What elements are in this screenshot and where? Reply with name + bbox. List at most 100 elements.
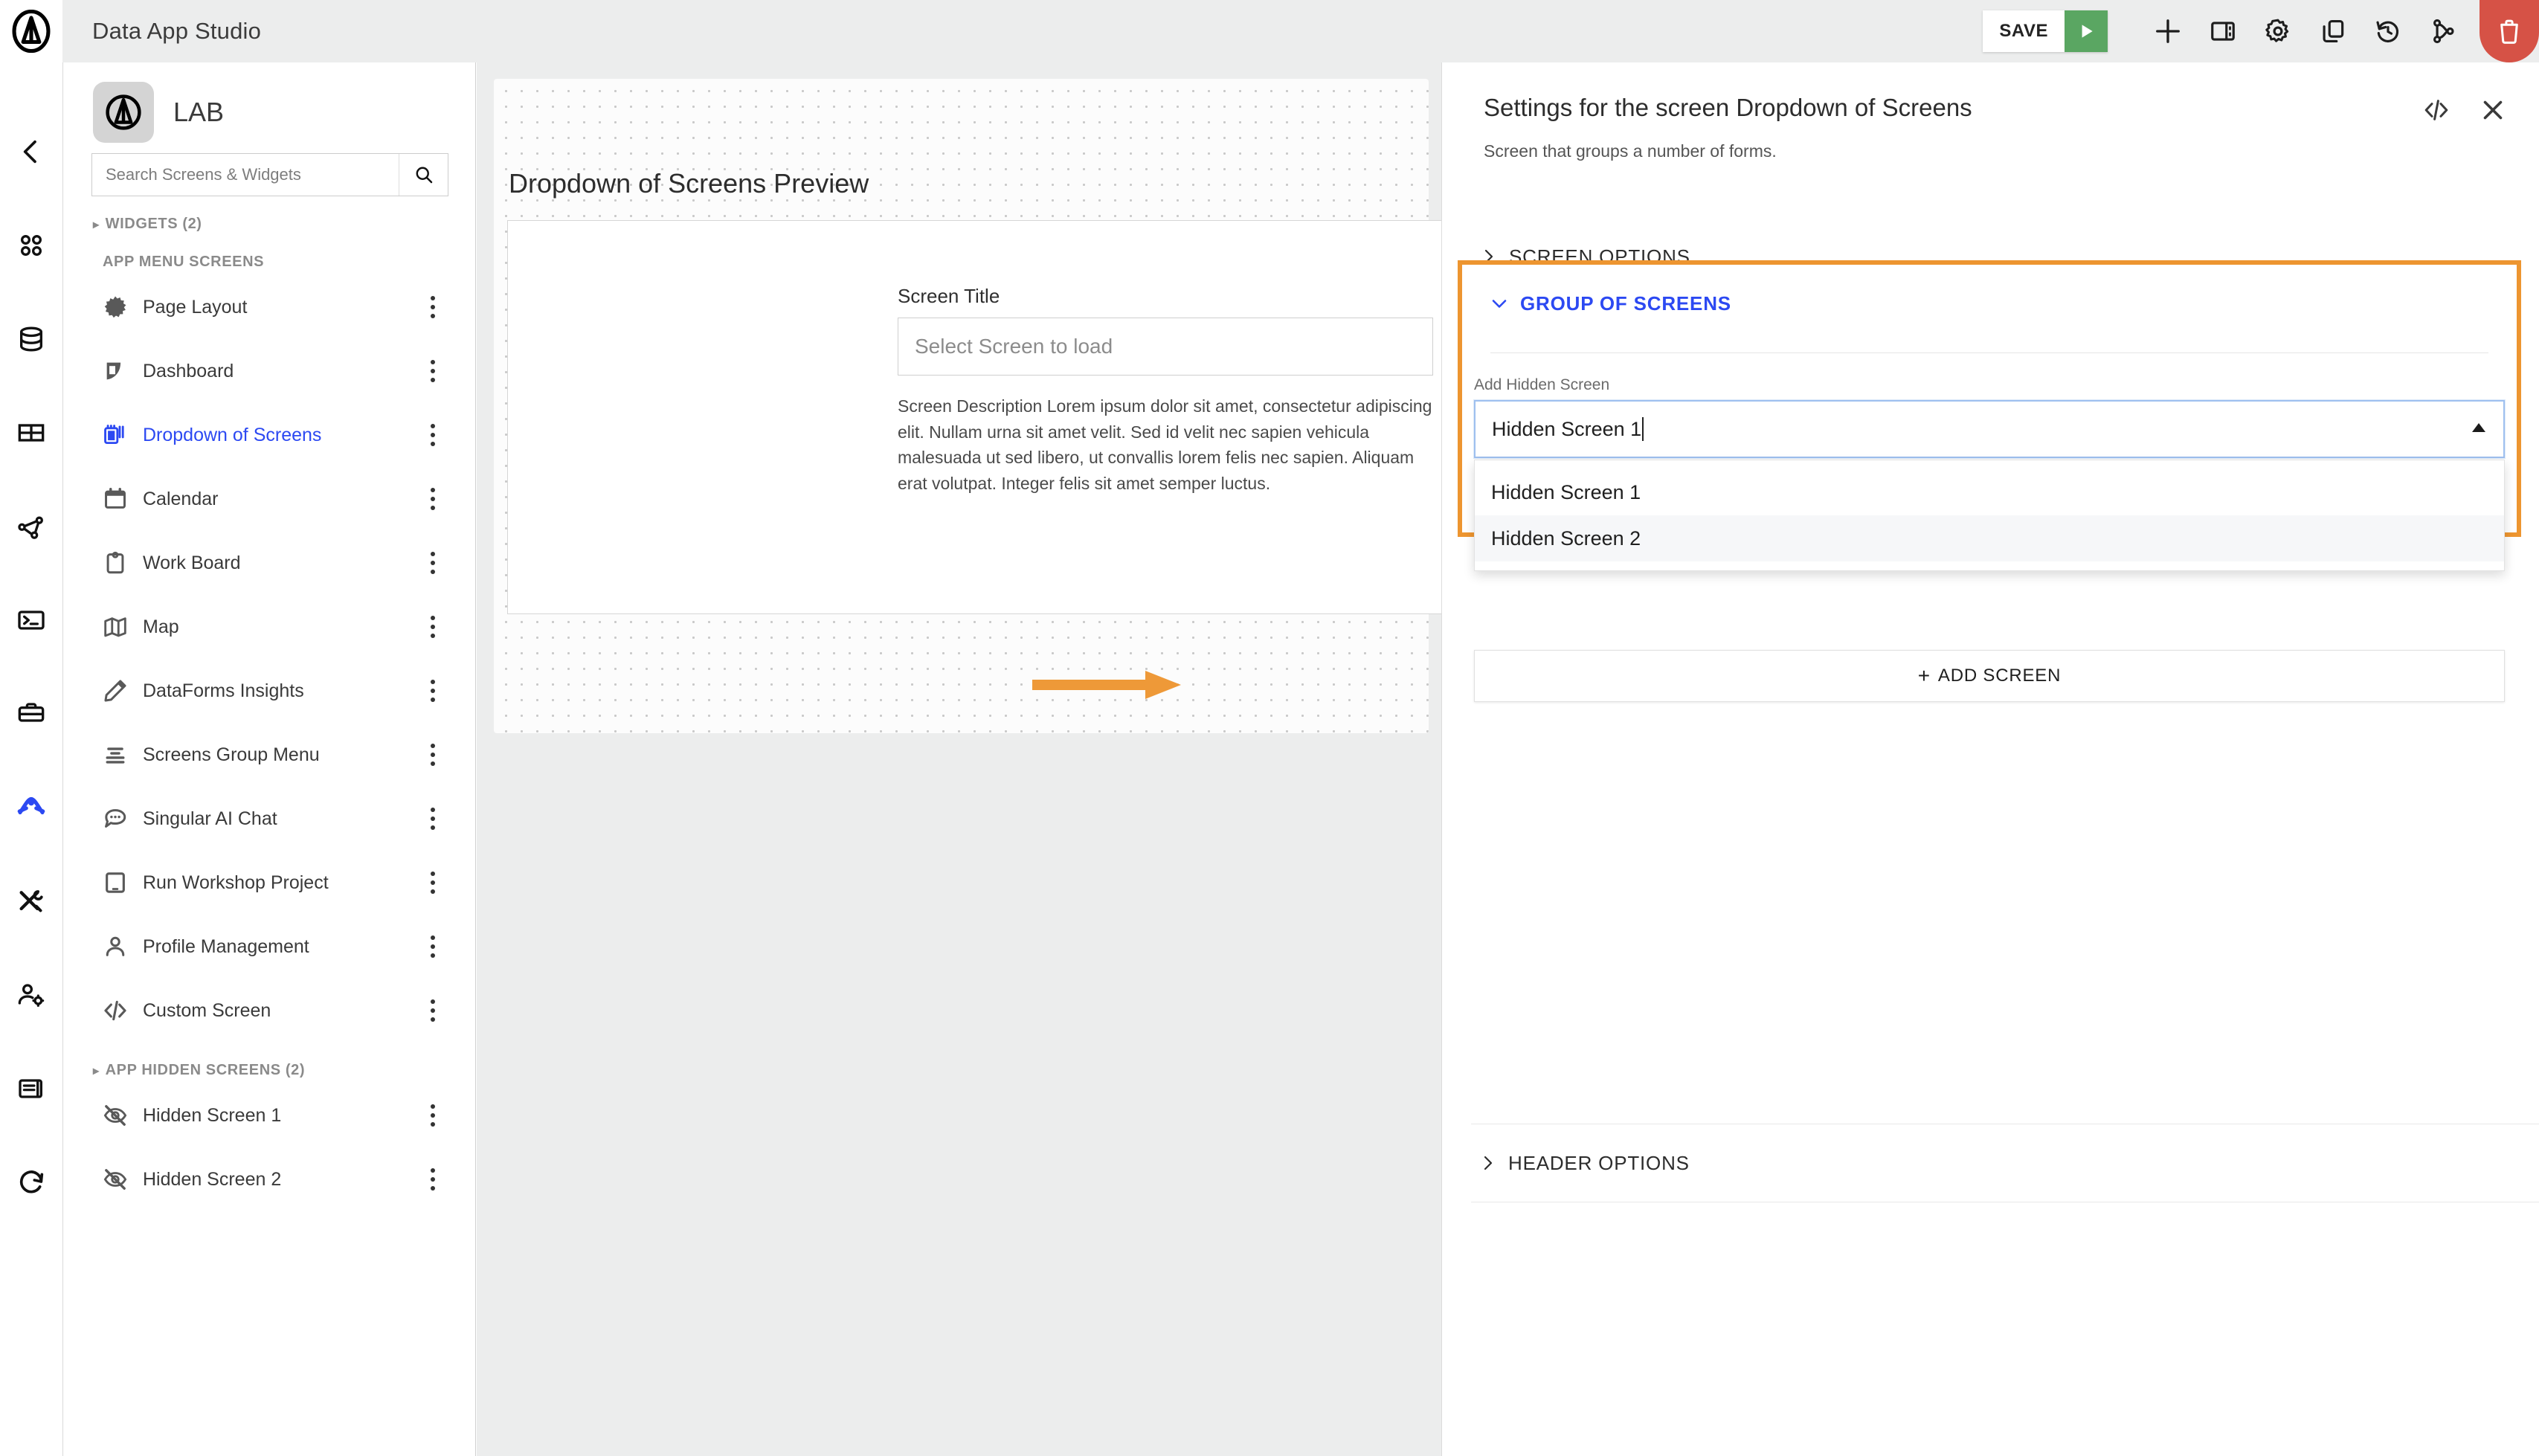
book-docs-icon[interactable]: [0, 1057, 62, 1120]
add-screen-button[interactable]: + ADD SCREEN: [1474, 650, 2505, 702]
hidden-screens-group-header[interactable]: ▸ APP HIDDEN SCREENS (2): [63, 1043, 475, 1079]
top-bar: Data App Studio SAVE: [0, 0, 2539, 62]
group-of-screens-body-filler: [1471, 537, 2539, 1124]
row-menu-dots-icon[interactable]: [420, 1104, 445, 1127]
code-brackets-icon: [103, 998, 143, 1023]
search-bar: [91, 153, 448, 196]
app-title: Data App Studio: [92, 18, 262, 44]
sidebar-item-calendar[interactable]: Calendar: [63, 467, 475, 531]
sidebar-item-singular-ai-chat[interactable]: Singular AI Chat: [63, 787, 475, 851]
sidebar-item-label: Dashboard: [143, 360, 234, 381]
plus-add-icon[interactable]: [2140, 0, 2195, 62]
apps-grid-icon[interactable]: [0, 214, 62, 277]
trash-delete-icon[interactable]: [2480, 0, 2539, 62]
database-icon[interactable]: [0, 308, 62, 370]
sidebar-item-hidden-screen-2[interactable]: Hidden Screen 2: [63, 1147, 475, 1211]
chevron-right-icon: [1478, 1153, 1508, 1173]
sidebar-item-label: Screens Group Menu: [143, 744, 320, 765]
gear-settings-icon[interactable]: [2250, 0, 2305, 62]
plus-icon: +: [1917, 664, 1931, 687]
sidebar-item-profile-management[interactable]: Profile Management: [63, 915, 475, 979]
lab-avatar[interactable]: [93, 82, 154, 143]
caret-right-icon: ▸: [93, 218, 100, 231]
sidebar-item-work-board[interactable]: Work Board: [63, 531, 475, 595]
row-menu-dots-icon[interactable]: [420, 488, 445, 510]
close-x-icon[interactable]: [2480, 97, 2506, 123]
sidebar-item-label: Run Workshop Project: [143, 872, 329, 893]
screens-sidebar: LAB ▸ WIDGETS (2) APP MENU SCREENS: [62, 62, 476, 1456]
chat-bubble-icon: [103, 806, 143, 831]
preview-title: Dropdown of Screens Preview: [509, 168, 869, 199]
sidebar-item-screens-group-menu[interactable]: Screens Group Menu: [63, 723, 475, 787]
lab-header: LAB: [63, 62, 475, 143]
sidebar-item-label: Calendar: [143, 488, 219, 509]
widgets-group-header[interactable]: ▸ WIDGETS (2): [63, 196, 475, 233]
sidebar-item-dashboard[interactable]: Dashboard: [63, 339, 475, 403]
section-label: GROUP OF SCREENS: [1520, 291, 1731, 315]
row-menu-dots-icon[interactable]: [420, 680, 445, 702]
search-icon[interactable]: [399, 154, 448, 196]
row-menu-dots-icon[interactable]: [420, 616, 445, 638]
row-menu-dots-icon[interactable]: [420, 296, 445, 318]
sidebar-item-label: Map: [143, 616, 179, 637]
row-menu-dots-icon[interactable]: [420, 424, 445, 446]
history-revert-icon[interactable]: [2361, 0, 2416, 62]
network-graph-icon[interactable]: [0, 495, 62, 558]
sidebar-item-custom-screen[interactable]: Custom Screen: [63, 979, 475, 1043]
burst-star-icon: [103, 294, 143, 320]
row-menu-dots-icon[interactable]: [420, 552, 445, 574]
save-button[interactable]: SAVE: [1983, 10, 2065, 52]
sidebar-item-dropdown-of-screens[interactable]: Dropdown of Screens: [63, 403, 475, 467]
row-menu-dots-icon[interactable]: [420, 1168, 445, 1191]
refresh-reload-icon[interactable]: [0, 1151, 62, 1214]
panel-layout-icon[interactable]: [2195, 0, 2250, 62]
app-root: Data App Studio SAVE LAB Search Screens …: [0, 0, 2539, 1456]
sidebar-item-hidden-screen-1[interactable]: Hidden Screen 1: [63, 1083, 475, 1147]
code-brackets-icon[interactable]: [2423, 97, 2450, 123]
brand-logo[interactable]: [0, 0, 62, 62]
add-screen-button-label: ADD SCREEN: [1937, 666, 2062, 686]
row-menu-dots-icon[interactable]: [420, 999, 445, 1022]
app-menu-screens-label: APP MENU SCREENS: [103, 254, 265, 270]
play-run-icon[interactable]: [2065, 10, 2108, 52]
row-menu-dots-icon[interactable]: [420, 360, 445, 382]
sidebar-item-map[interactable]: Map: [63, 595, 475, 659]
pencil-icon: [103, 678, 143, 703]
search-input[interactable]: [92, 154, 399, 196]
person-icon: [103, 934, 143, 959]
select-screen-dropdown[interactable]: Select Screen to load: [898, 318, 1433, 376]
table-icon[interactable]: [0, 402, 62, 464]
user-settings-icon[interactable]: [0, 964, 62, 1026]
hidden-screens-group-label: APP HIDDEN SCREENS (2): [105, 1062, 306, 1078]
sidebar-item-label: Page Layout: [143, 296, 248, 318]
copy-duplicate-icon[interactable]: [2305, 0, 2361, 62]
row-menu-dots-icon[interactable]: [420, 935, 445, 958]
sidebar-item-page-layout[interactable]: Page Layout: [63, 275, 475, 339]
dropdown-option-hidden-screen-2[interactable]: Hidden Screen 2: [1475, 515, 2504, 561]
section-header-group-of-screens[interactable]: GROUP OF SCREENS: [1490, 265, 2488, 342]
dropdown-option-hidden-screen-1[interactable]: Hidden Screen 1: [1475, 469, 2504, 515]
left-icon-rail: [0, 62, 62, 1456]
section-header-header-options[interactable]: HEADER OPTIONS: [1471, 1124, 2539, 1202]
add-hidden-screen-combobox[interactable]: Hidden Screen 1: [1474, 400, 2505, 458]
collapse-chevron-left-icon[interactable]: [0, 120, 62, 183]
section-header-options-wrap: HEADER OPTIONS: [1471, 1124, 2539, 1202]
app-menu-screens-label-wrap: APP MENU SCREENS: [63, 233, 475, 271]
chevron-up-icon[interactable]: [2471, 422, 2487, 437]
row-menu-dots-icon[interactable]: [420, 872, 445, 894]
brand-mark-icon: [12, 10, 51, 53]
row-menu-dots-icon[interactable]: [420, 744, 445, 766]
sidebar-item-dataforms-insights[interactable]: DataForms Insights: [63, 659, 475, 723]
studio-active-icon[interactable]: [0, 776, 62, 839]
section-label: HEADER OPTIONS: [1508, 1151, 1690, 1174]
map-icon: [103, 614, 143, 640]
row-menu-dots-icon[interactable]: [420, 808, 445, 830]
tools-wrench-icon[interactable]: [0, 870, 62, 932]
branch-merge-icon[interactable]: [2416, 0, 2471, 62]
topbar-actions: SAVE: [1983, 0, 2539, 62]
terminal-console-icon[interactable]: [0, 589, 62, 651]
sidebar-item-run-workshop-project[interactable]: Run Workshop Project: [63, 851, 475, 915]
toolbox-icon[interactable]: [0, 683, 62, 745]
settings-title: Settings for the screen Dropdown of Scre…: [1484, 94, 1972, 121]
screens-stack-icon: [103, 422, 143, 448]
